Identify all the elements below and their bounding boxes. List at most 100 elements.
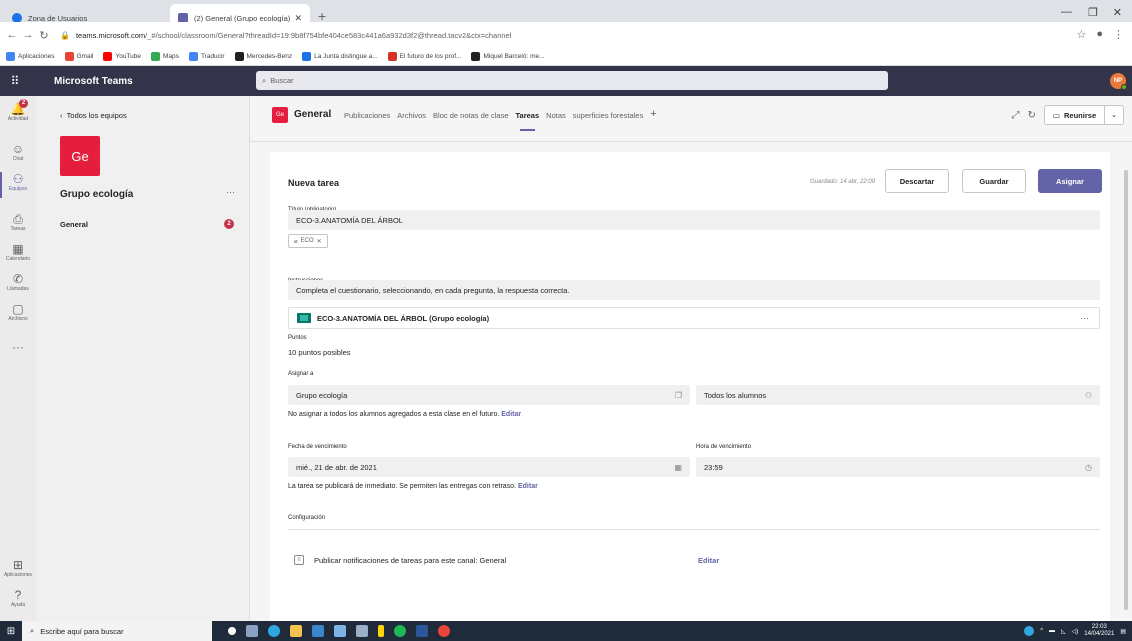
rail-item-5[interactable]: ✆ Llamadas xyxy=(0,272,36,292)
tray-app-icon[interactable] xyxy=(1024,626,1035,636)
save-button[interactable]: Guardar xyxy=(962,169,1026,193)
rail-item-3[interactable]: ⎙ Tareas xyxy=(0,212,36,232)
word-icon[interactable] xyxy=(416,625,428,637)
cortana-icon[interactable] xyxy=(228,627,236,635)
chevron-down-icon[interactable]: ⌄ xyxy=(1105,111,1123,119)
discard-button[interactable]: Descartar xyxy=(885,169,949,193)
edge-icon[interactable] xyxy=(268,625,280,637)
meet-button[interactable]: ▭ Reunirse ⌄ xyxy=(1043,105,1124,125)
video-camera-icon: ▭ xyxy=(1052,110,1061,120)
rail-item-4[interactable]: ▦ Calendario xyxy=(0,242,36,262)
chrome-icon[interactable] xyxy=(438,625,450,637)
close-window-icon[interactable]: ✕ xyxy=(1113,6,1122,19)
mail-icon[interactable] xyxy=(312,625,324,637)
profile-icon[interactable]: ● xyxy=(1096,28,1103,41)
rail-item-6[interactable]: ▢ Archivos xyxy=(0,302,36,322)
instructions-value: Completa el cuestionario, seleccionando,… xyxy=(296,285,570,295)
channel-tab[interactable]: Publicaciones xyxy=(344,111,390,120)
bookmark-item[interactable]: El futuro de los prof... xyxy=(387,52,461,61)
battery-icon[interactable]: ▬ xyxy=(1049,628,1055,634)
back-arrow-icon[interactable]: ← xyxy=(4,29,20,41)
bookmark-item[interactable]: Maps xyxy=(151,52,179,61)
taskbar-search[interactable]: ⌕ Escribe aquí para buscar xyxy=(22,621,212,641)
rail-item-1[interactable]: ☺ Chat xyxy=(0,142,36,162)
title-field[interactable]: ECO-3.ANATOMÍA DEL ÁRBOL xyxy=(288,210,1100,230)
edit-link[interactable]: Editar xyxy=(501,411,521,418)
bookmark-item[interactable]: Gmail xyxy=(64,52,94,61)
back-to-teams-link[interactable]: ‹ Todos los equipos xyxy=(60,111,127,120)
bookmark-icon xyxy=(387,52,397,61)
more-options-icon[interactable]: ··· xyxy=(1080,313,1089,323)
channel-tab[interactable]: Tareas xyxy=(516,111,539,131)
assign-class-field[interactable]: Grupo ecología ❐ xyxy=(288,385,690,405)
volume-icon[interactable]: ◁) xyxy=(1072,628,1079,635)
bookmark-item[interactable]: Aplicaciones xyxy=(6,52,55,61)
bookmark-item[interactable]: Traducir xyxy=(188,52,225,61)
rail-item-2[interactable]: ⚇ Equipos xyxy=(0,172,36,198)
url-field[interactable]: 🔒 teams.microsoft.com/_#/school/classroo… xyxy=(60,31,511,40)
rail-bottom-item[interactable]: ? Ayuda xyxy=(0,588,36,608)
windows-taskbar: ⊞ ⌕ Escribe aquí para buscar ^ ▬ ◺ ◁) 22… xyxy=(0,621,1132,641)
rail-bottom-item[interactable]: ⊞ Aplicaciones xyxy=(0,558,36,578)
channel-tab[interactable]: superficies forestales xyxy=(573,111,643,120)
due-date-field[interactable]: mié., 21 de abr. de 2021 ▦ xyxy=(288,457,690,477)
due-time-value: 23:59 xyxy=(704,462,723,472)
edit-notification-link[interactable]: Editar xyxy=(698,556,719,565)
reload-icon[interactable]: ↻ xyxy=(36,29,52,42)
bookmark-label: La Junta distingue a... xyxy=(314,53,378,60)
avatar[interactable]: NP xyxy=(1110,73,1127,90)
calendar-icon: ▦ xyxy=(674,462,682,472)
bookmark-item[interactable]: Mercedes-Benz xyxy=(234,52,292,61)
category-tag[interactable]: ⌀ ECO ✕ xyxy=(288,234,328,248)
channel-general[interactable]: General xyxy=(60,220,88,229)
channel-tab[interactable]: Notas xyxy=(546,111,566,120)
add-tab-icon[interactable]: + xyxy=(650,108,656,120)
notifications-icon[interactable]: ▤ xyxy=(1120,628,1126,635)
task-view-icon[interactable] xyxy=(246,625,258,637)
file-icon: ▢ xyxy=(12,302,24,316)
assign-students-field[interactable]: Todos los alumnos ⚇ xyxy=(696,385,1100,405)
chevron-up-icon[interactable]: ^ xyxy=(1040,628,1043,634)
app-icon[interactable] xyxy=(356,625,368,637)
bookmark-item[interactable]: La Junta distingue a... xyxy=(302,52,378,61)
bookmark-item[interactable]: YouTube xyxy=(103,52,141,61)
assign-button[interactable]: Asignar xyxy=(1038,169,1102,193)
bolt-icon[interactable] xyxy=(378,625,384,637)
rail-item-0[interactable]: 🔔 2 Actividad xyxy=(0,99,36,122)
star-icon[interactable]: ☆ xyxy=(1076,28,1086,41)
remove-tag-icon[interactable]: ✕ xyxy=(317,238,322,245)
edit-link[interactable]: Editar xyxy=(518,483,538,490)
bookmark-label: Gmail xyxy=(76,53,94,60)
instructions-field[interactable]: Completa el cuestionario, seleccionando,… xyxy=(288,280,1100,300)
menu-icon[interactable]: ⋮ xyxy=(1113,28,1124,41)
clock[interactable]: 22:03 14/04/2021 xyxy=(1084,624,1114,638)
restore-icon[interactable]: ❐ xyxy=(1088,6,1098,19)
attachment-title: ECO-3.ANATOMÍA DEL ÁRBOL (Grupo ecología… xyxy=(317,313,490,323)
due-time-field[interactable]: 23:59 ◷ xyxy=(696,457,1100,477)
more-options-icon[interactable]: ··· xyxy=(226,187,235,197)
attachment-item[interactable]: ECO-3.ANATOMÍA DEL ÁRBOL (Grupo ecología… xyxy=(288,307,1100,329)
rail-label: Tareas xyxy=(10,226,26,232)
windows-start-icon[interactable]: ⊞ xyxy=(0,626,22,637)
store-icon[interactable] xyxy=(334,625,346,637)
channel-tab[interactable]: Archivos xyxy=(397,111,426,120)
points-value[interactable]: 10 puntos posibles xyxy=(288,348,351,357)
rail-item-7[interactable]: ··· xyxy=(0,340,36,354)
team-sidebar: ‹ Todos los equipos Ge Grupo ecología ··… xyxy=(36,96,250,621)
bookmark-item[interactable]: Miquel Barceló: me... xyxy=(471,52,545,61)
team-name: Grupo ecología xyxy=(60,189,134,200)
due-date-label: Fecha de vencimiento xyxy=(288,444,347,450)
spotify-icon[interactable] xyxy=(394,625,406,637)
forward-arrow-icon[interactable]: → xyxy=(20,29,36,41)
network-icon[interactable]: ◺ xyxy=(1061,628,1066,635)
minimize-icon[interactable]: — xyxy=(1061,6,1072,18)
file-explorer-icon[interactable] xyxy=(290,625,302,637)
channel-tab[interactable]: Bloc de notas de clase xyxy=(433,111,508,120)
expand-icon[interactable]: ⤢ xyxy=(1012,110,1020,121)
waffle-icon[interactable]: ⠿ xyxy=(0,74,30,88)
tag-icon: ⌀ xyxy=(294,238,298,245)
refresh-icon[interactable]: ↻ xyxy=(1028,110,1036,121)
scrollbar[interactable] xyxy=(1124,170,1128,610)
search-input[interactable]: ⌕ Buscar xyxy=(256,71,888,90)
bookmark-icon xyxy=(188,52,198,61)
